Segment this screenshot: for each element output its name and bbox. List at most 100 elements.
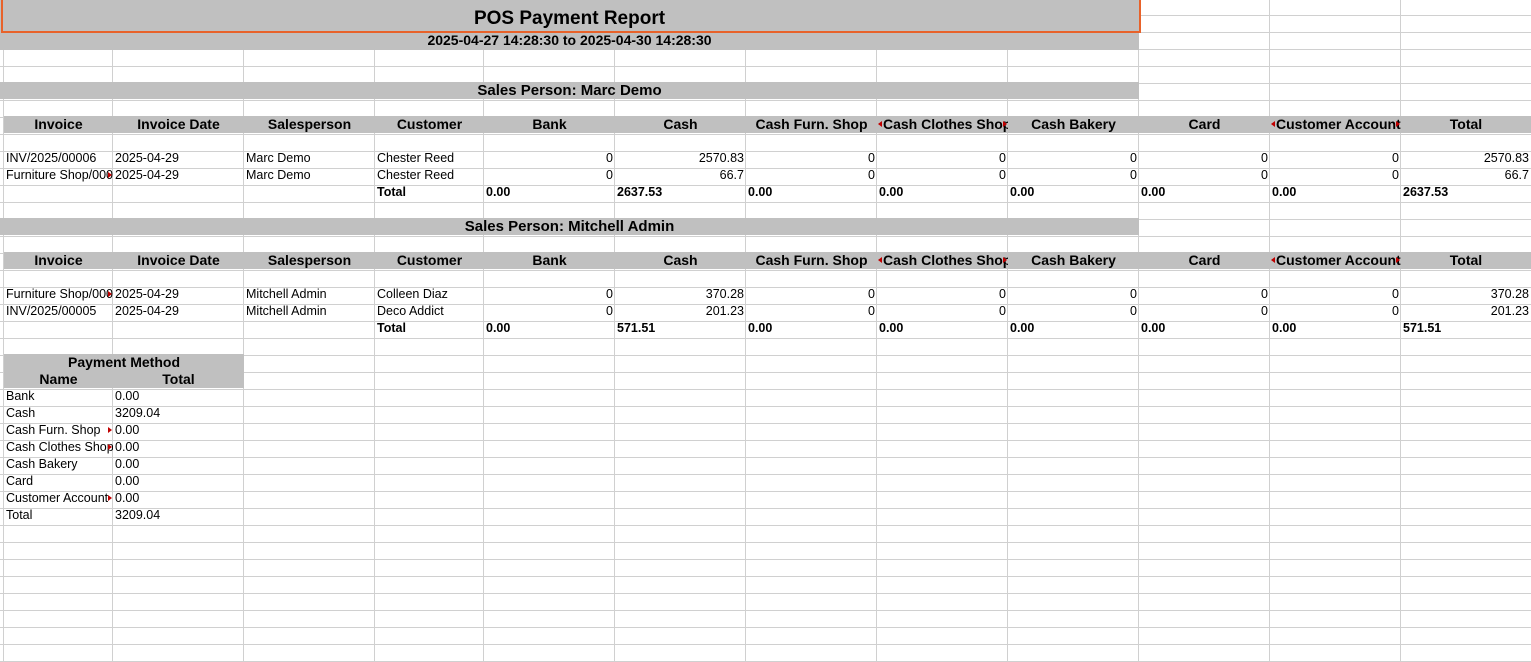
table-cell[interactable]: 0 (746, 150, 877, 167)
table-cell[interactable]: 0 (484, 286, 615, 303)
column-header[interactable]: Invoice (4, 252, 113, 269)
column-header[interactable]: Total (1401, 252, 1531, 269)
total-value[interactable]: 0.00 (484, 320, 615, 337)
total-value[interactable]: 0.00 (746, 320, 877, 337)
total-value[interactable]: 2637.53 (615, 184, 746, 201)
total-value[interactable]: 0.00 (1008, 320, 1139, 337)
column-header[interactable]: Card (1139, 252, 1270, 269)
column-header-name[interactable]: Name (4, 371, 113, 388)
payment-method-name[interactable]: Cash Furn. Shop (4, 422, 113, 439)
total-value[interactable]: 2637.53 (1401, 184, 1531, 201)
table-cell[interactable]: 0 (1270, 303, 1401, 320)
table-cell[interactable]: 370.28 (615, 286, 746, 303)
report-period[interactable]: 2025-04-27 14:28:30 to 2025-04-30 14:28:… (0, 33, 1139, 48)
table-cell[interactable]: 0 (1008, 303, 1139, 320)
total-value[interactable]: 0.00 (1270, 320, 1401, 337)
payment-method-title[interactable]: Payment Method (4, 354, 244, 371)
table-cell[interactable]: 2025-04-29 (113, 167, 244, 184)
column-header[interactable]: Cash Furn. Shop (746, 116, 877, 133)
table-cell[interactable]: Chester Reed (375, 167, 484, 184)
column-header[interactable]: Customer Account (1270, 252, 1401, 269)
table-cell[interactable]: 0 (1008, 167, 1139, 184)
payment-method-total[interactable]: 0.00 (113, 422, 244, 439)
table-cell[interactable]: 0 (1008, 286, 1139, 303)
total-value[interactable]: 571.51 (615, 320, 746, 337)
payment-method-total[interactable]: 0.00 (113, 439, 244, 456)
section-heading[interactable]: Sales Person: Marc Demo (0, 82, 1139, 100)
payment-method-total[interactable]: 0.00 (113, 456, 244, 473)
column-header[interactable]: Cash (615, 252, 746, 269)
total-value[interactable]: 0.00 (1139, 320, 1270, 337)
table-cell[interactable]: 201.23 (615, 303, 746, 320)
table-cell[interactable]: Colleen Diaz (375, 286, 484, 303)
table-cell[interactable]: 0 (484, 167, 615, 184)
table-cell[interactable]: 66.7 (615, 167, 746, 184)
column-header-total[interactable]: Total (113, 371, 244, 388)
table-cell[interactable]: 0 (1139, 167, 1270, 184)
column-header[interactable]: Invoice (4, 116, 113, 133)
table-cell[interactable]: Marc Demo (244, 167, 375, 184)
table-cell[interactable]: 66.7 (1401, 167, 1531, 184)
total-value[interactable]: 0.00 (877, 184, 1008, 201)
table-cell[interactable]: 2570.83 (1401, 150, 1531, 167)
payment-method-total[interactable]: 3209.04 (113, 507, 244, 524)
table-cell[interactable]: Deco Addict (375, 303, 484, 320)
table-cell[interactable]: Furniture Shop/0002 (4, 286, 113, 303)
table-cell[interactable]: 0 (877, 150, 1008, 167)
table-cell[interactable]: 0 (877, 303, 1008, 320)
column-header[interactable]: Cash Bakery (1008, 252, 1139, 269)
total-value[interactable]: 0.00 (484, 184, 615, 201)
table-cell[interactable]: 0 (746, 167, 877, 184)
column-header[interactable]: Invoice Date (113, 116, 244, 133)
column-header[interactable]: Salesperson (244, 252, 375, 269)
totals-label[interactable]: Total (375, 320, 484, 337)
table-cell[interactable]: 0 (1270, 167, 1401, 184)
payment-method-name[interactable]: Cash Bakery (4, 456, 113, 473)
table-cell[interactable]: 0 (1008, 150, 1139, 167)
total-value[interactable]: 571.51 (1401, 320, 1531, 337)
total-value[interactable]: 0.00 (746, 184, 877, 201)
table-cell[interactable]: Chester Reed (375, 150, 484, 167)
column-header[interactable]: Cash (615, 116, 746, 133)
table-cell[interactable]: INV/2025/00006 (4, 150, 113, 167)
column-header[interactable]: Bank (484, 116, 615, 133)
payment-method-name[interactable]: Cash Clothes Shop (4, 439, 113, 456)
spreadsheet-grid[interactable]: POS Payment Report 2025-04-27 14:28:30 t… (0, 0, 1531, 662)
column-header[interactable]: Invoice Date (113, 252, 244, 269)
payment-method-name[interactable]: Cash (4, 405, 113, 422)
payment-method-total[interactable]: 0.00 (113, 473, 244, 490)
table-cell[interactable]: 0 (1270, 150, 1401, 167)
table-cell[interactable]: 2025-04-29 (113, 286, 244, 303)
total-value[interactable]: 0.00 (1008, 184, 1139, 201)
table-cell[interactable]: Furniture Shop/0001 (4, 167, 113, 184)
total-value[interactable]: 0.00 (877, 320, 1008, 337)
table-cell[interactable]: Marc Demo (244, 150, 375, 167)
column-header[interactable]: Customer (375, 252, 484, 269)
column-header[interactable]: Total (1401, 116, 1531, 133)
payment-method-total[interactable]: 0.00 (113, 388, 244, 405)
section-heading[interactable]: Sales Person: Mitchell Admin (0, 218, 1139, 236)
table-cell[interactable]: Mitchell Admin (244, 303, 375, 320)
table-cell[interactable]: 0 (1139, 303, 1270, 320)
totals-label[interactable]: Total (375, 184, 484, 201)
table-cell[interactable]: INV/2025/00005 (4, 303, 113, 320)
table-cell[interactable]: 2025-04-29 (113, 303, 244, 320)
column-header[interactable]: Card (1139, 116, 1270, 133)
table-cell[interactable]: 0 (1270, 286, 1401, 303)
column-header[interactable]: Cash Furn. Shop (746, 252, 877, 269)
payment-method-name[interactable]: Bank (4, 388, 113, 405)
total-value[interactable]: 0.00 (1139, 184, 1270, 201)
column-header[interactable]: Cash Clothes Shop (877, 252, 1008, 269)
table-cell[interactable]: 2025-04-29 (113, 150, 244, 167)
payment-method-total[interactable]: 3209.04 (113, 405, 244, 422)
payment-method-total[interactable]: 0.00 (113, 490, 244, 507)
column-header[interactable]: Cash Bakery (1008, 116, 1139, 133)
column-header[interactable]: Cash Clothes Shop (877, 116, 1008, 133)
column-header[interactable]: Salesperson (244, 116, 375, 133)
total-value[interactable]: 0.00 (1270, 184, 1401, 201)
column-header[interactable]: Customer Account (1270, 116, 1401, 133)
payment-method-name[interactable]: Customer Account (4, 490, 113, 507)
table-cell[interactable]: 0 (484, 150, 615, 167)
table-cell[interactable]: 0 (877, 167, 1008, 184)
payment-method-name[interactable]: Card (4, 473, 113, 490)
